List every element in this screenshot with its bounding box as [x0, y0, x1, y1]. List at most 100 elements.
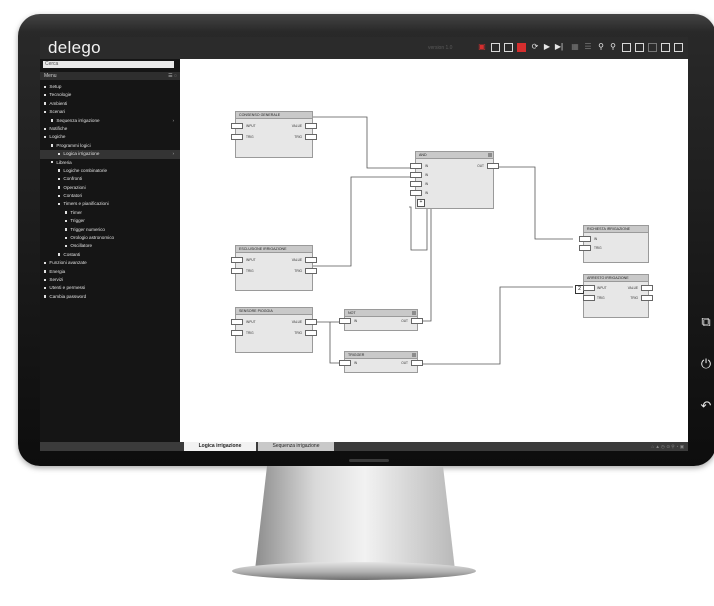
- block-title: AND: [416, 152, 493, 159]
- sidebar-item[interactable]: Logiche: [40, 133, 180, 141]
- sidebar-item-label: Setup: [49, 84, 62, 89]
- app-logo: delego: [48, 38, 101, 57]
- menu-toggle-icon[interactable]: ☰ ◌: [168, 72, 177, 80]
- bullet-icon: [65, 228, 68, 231]
- block-richiesta-irrigazione[interactable]: RICHIESTA IRRIGAZIONE IN TRIG: [579, 225, 649, 263]
- input-port[interactable]: [410, 181, 422, 187]
- power-icon[interactable]: ⏻: [698, 356, 714, 372]
- list-icon[interactable]: ☰: [583, 42, 593, 52]
- input-port[interactable]: [410, 163, 422, 169]
- panel-right-icon[interactable]: [648, 43, 657, 52]
- sidebar-item[interactable]: Cambia password: [40, 293, 180, 301]
- sidebar-item[interactable]: Servizi: [40, 276, 180, 284]
- logic-canvas[interactable]: CONSENSO GENERALE INPUT VALUE TRIG TRIG …: [180, 59, 688, 443]
- input-port[interactable]: [410, 190, 422, 196]
- block-and[interactable]: AND IN IN IN IN OUT +: [410, 151, 499, 209]
- block-consenso-generale[interactable]: CONSENSO GENERALE INPUT VALUE TRIG TRIG: [231, 111, 317, 158]
- grid-icon[interactable]: ▦: [570, 42, 580, 52]
- sidebar-item[interactable]: Energia: [40, 268, 180, 276]
- input-port[interactable]: [231, 123, 243, 129]
- sidebar-item[interactable]: Timers e pianificazioni: [40, 200, 180, 208]
- output-port[interactable]: [411, 360, 423, 366]
- input-port[interactable]: [231, 257, 243, 263]
- trig-input-port[interactable]: [579, 245, 591, 251]
- output-port[interactable]: [305, 257, 317, 263]
- sidebar-item[interactable]: Notifiche: [40, 125, 180, 133]
- window-icon[interactable]: ⧉: [698, 314, 714, 330]
- sidebar-item[interactable]: Setup: [40, 83, 180, 91]
- save-icon[interactable]: ▣: [477, 42, 487, 52]
- port-label: TRIG: [294, 269, 302, 273]
- bullet-icon: [44, 85, 47, 88]
- sidebar-item[interactable]: Oscillatore: [40, 242, 180, 250]
- trig-output-port[interactable]: [305, 330, 317, 336]
- sidebar-item[interactable]: Scenari: [40, 108, 180, 116]
- input-port[interactable]: [410, 172, 422, 178]
- sidebar-item[interactable]: Programmi logici: [40, 142, 180, 150]
- sidebar-item[interactable]: Trigger: [40, 217, 180, 225]
- open-icon[interactable]: [504, 43, 513, 52]
- tab-sequenza-irrigazione[interactable]: Sequenza irrigazione: [258, 442, 334, 451]
- panel-bottom-icon[interactable]: [635, 43, 644, 52]
- tab-logica-irrigazione[interactable]: Logica irrigazione: [184, 442, 256, 451]
- zoom-out-icon[interactable]: ⚲: [608, 42, 618, 52]
- trig-input-port[interactable]: [583, 295, 595, 301]
- input-port[interactable]: [579, 236, 591, 242]
- back-icon[interactable]: ↶: [698, 398, 714, 414]
- search-input[interactable]: Cerca: [43, 61, 174, 68]
- sidebar-item[interactable]: Trigger numerico: [40, 226, 180, 234]
- sidebar-item[interactable]: Orologio astronomico: [40, 234, 180, 242]
- sidebar-item[interactable]: Tecnologie: [40, 91, 180, 99]
- close-icon[interactable]: [674, 43, 683, 52]
- block-trigger[interactable]: TRIGGER IN OUT: [339, 351, 423, 373]
- sidebar-item[interactable]: Utenti e permessi: [40, 284, 180, 292]
- trig-output-port[interactable]: [305, 268, 317, 274]
- block-sensore-pioggia[interactable]: SENSORE PIOGGIA INPUT VALUE TRIG TRIG: [231, 307, 317, 353]
- input-port[interactable]: [339, 318, 351, 324]
- sidebar-item[interactable]: Libreria: [40, 159, 180, 167]
- output-port[interactable]: [641, 285, 653, 291]
- input-port[interactable]: [231, 319, 243, 325]
- step-icon[interactable]: ▶|: [554, 42, 564, 52]
- sidebar-item[interactable]: Ambienti: [40, 100, 180, 108]
- refresh-icon[interactable]: ⟳: [530, 42, 540, 52]
- fullscreen-icon[interactable]: [661, 43, 670, 52]
- trig-input-port[interactable]: [231, 268, 243, 274]
- sidebar-item[interactable]: Sequenza irrigazione ›: [40, 117, 180, 125]
- sidebar-item[interactable]: Logiche combinatorie: [40, 167, 180, 175]
- input-port[interactable]: [583, 285, 595, 291]
- sidebar-item[interactable]: Timer: [40, 209, 180, 217]
- sidebar-item[interactable]: Confronti: [40, 175, 180, 183]
- block-title: RICHIESTA IRRIGAZIONE: [584, 226, 648, 233]
- trig-input-port[interactable]: [231, 330, 243, 336]
- sidebar-item-label: Contatori: [63, 193, 83, 199]
- input-port[interactable]: [339, 360, 351, 366]
- panel-left-icon[interactable]: [622, 43, 631, 52]
- block-not[interactable]: NOT IN OUT: [339, 309, 423, 331]
- sidebar-item[interactable]: Contatori: [40, 192, 180, 200]
- block-esclusione-irrigazione[interactable]: ESCLUSIONE IRRIGAZIONE INPUT VALUE TRIG …: [231, 245, 317, 291]
- trig-output-port[interactable]: [305, 134, 317, 140]
- status-bar: [40, 442, 688, 451]
- sidebar-item-label: Ambienti: [49, 100, 68, 106]
- block-arresto-irrigazione[interactable]: ARRESTO IRRIGAZIONE 2 INPUT VALUE TRIG T…: [575, 274, 653, 318]
- output-port[interactable]: [305, 123, 317, 129]
- sidebar-item[interactable]: Logica irrigazione ›: [40, 150, 180, 159]
- add-input-button[interactable]: +: [417, 199, 425, 207]
- menu-header: Menu ☰ ◌: [40, 72, 180, 80]
- bullet-icon: [65, 245, 68, 248]
- sidebar-item[interactable]: Costanti: [40, 251, 180, 259]
- output-port[interactable]: [305, 319, 317, 325]
- monitor-stand-base: [232, 562, 476, 580]
- trig-input-port[interactable]: [231, 134, 243, 140]
- new-icon[interactable]: [491, 43, 500, 52]
- zoom-in-icon[interactable]: ⚲: [596, 42, 606, 52]
- play-icon[interactable]: ▶: [542, 42, 552, 52]
- sidebar-item[interactable]: Funzioni avanzate: [40, 259, 180, 267]
- trig-output-port[interactable]: [641, 295, 653, 301]
- sidebar-item[interactable]: Operazioni: [40, 184, 180, 192]
- stop-icon[interactable]: [517, 43, 526, 52]
- output-port[interactable]: [411, 318, 423, 324]
- output-port[interactable]: [487, 163, 499, 169]
- sidebar-item-label: Logiche: [49, 134, 66, 140]
